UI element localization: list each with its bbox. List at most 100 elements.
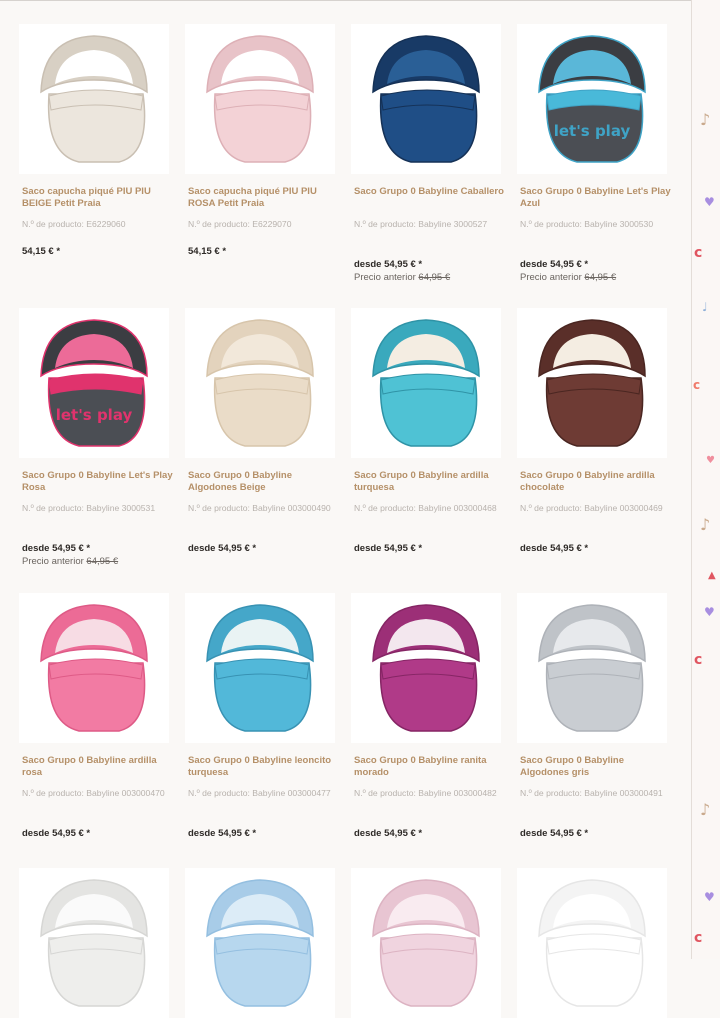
svg-text:let's play: let's play [56, 406, 133, 424]
product-card[interactable]: let's play Saco Grupo 0 Babyline Let's Pl… [14, 308, 174, 578]
product-image[interactable] [346, 593, 506, 743]
letter-c-icon: c [694, 245, 703, 261]
product-image[interactable] [346, 308, 506, 458]
product-number: N.º de producto: Babyline 003000469 [520, 503, 663, 513]
product-number: N.º de producto: Babyline 003000470 [22, 788, 165, 798]
product-illustration [351, 24, 501, 174]
product-illustration [185, 593, 335, 743]
product-image[interactable]: let's play [14, 308, 174, 458]
product-title-link[interactable]: Saco Grupo 0 Babyline ardilla turquesa [354, 470, 506, 494]
previous-price-label: Precio anterior [520, 272, 582, 283]
product-card[interactable] [346, 868, 506, 1018]
product-title-link[interactable]: Saco Grupo 0 Babyline ardilla rosa [22, 755, 174, 779]
product-card[interactable]: Saco Grupo 0 Babyline ardilla rosa N.º de… [14, 593, 174, 863]
product-price: 54,15 € * [22, 246, 61, 257]
product-illustration [517, 593, 667, 743]
previous-price-value: 64,95 € [584, 272, 617, 283]
heart-icon: ♥ [704, 890, 715, 904]
letter-c-icon: c [693, 378, 701, 392]
product-card[interactable]: Saco Grupo 0 Babyline Algodones gris N.º … [512, 593, 672, 863]
product-card[interactable]: Saco Grupo 0 Babyline leoncito turquesa N… [180, 593, 340, 863]
product-number: N.º de producto: Babyline 003000490 [188, 503, 331, 513]
previous-price: Precio anterior 64,95 € [22, 556, 174, 567]
previous-price-value: 64,95 € [86, 556, 119, 567]
product-price: desde 54,95 € * [520, 543, 589, 554]
top-divider [0, 0, 692, 1]
product-title-link[interactable]: Saco capucha piqué PIU PIU ROSA Petit Pr… [188, 186, 340, 210]
product-illustration [19, 593, 169, 743]
previous-price: Precio anterior 64,95 € [520, 272, 672, 283]
product-price: 54,15 € * [188, 246, 227, 257]
product-card[interactable]: Saco Grupo 0 Babyline Caballero N.º de pr… [346, 24, 506, 294]
product-price: desde 54,95 € * [188, 828, 257, 839]
product-illustration [351, 868, 501, 1018]
product-number: N.º de producto: Babyline 003000482 [354, 788, 497, 798]
product-card[interactable] [180, 868, 340, 1018]
heart-icon: ♥ [706, 455, 715, 466]
product-price: desde 54,95 € * [520, 828, 589, 839]
product-card[interactable]: let's play Saco Grupo 0 Babyline Let's Pl… [512, 24, 672, 294]
product-image[interactable] [512, 868, 672, 1018]
product-image[interactable]: let's play [512, 24, 672, 174]
product-image[interactable] [512, 593, 672, 743]
note-icon: ♪ [700, 110, 711, 129]
previous-price-label: Precio anterior [354, 272, 416, 283]
heart-icon: ♥ [704, 195, 715, 209]
note-icon: ♪ [700, 515, 711, 534]
product-image[interactable] [346, 24, 506, 174]
product-number: N.º de producto: Babyline 3000530 [520, 219, 654, 229]
product-number: N.º de producto: Babyline 003000468 [354, 503, 497, 513]
product-image[interactable] [512, 308, 672, 458]
product-image[interactable] [14, 24, 174, 174]
triangle-icon: ▲ [708, 570, 716, 581]
previous-price-value: 64,95 € [418, 272, 451, 283]
product-title-link[interactable]: Saco Grupo 0 Babyline Let's Play Azul [520, 186, 672, 210]
product-card[interactable]: Saco Grupo 0 Babyline ardilla turquesa N.… [346, 308, 506, 578]
product-illustration [19, 868, 169, 1018]
product-card[interactable]: Saco Grupo 0 Babyline ranita morado N.º d… [346, 593, 506, 863]
decorative-sidebar: ♪ ♥ c ♩ c ♥ ♪ ▲ ♥ c ♪ ♥ c [691, 0, 720, 959]
product-title-link[interactable]: Saco Grupo 0 Babyline leoncito turquesa [188, 755, 340, 779]
product-card[interactable]: Saco Grupo 0 Babyline Algodones Beige N.º… [180, 308, 340, 578]
product-price: desde 54,95 € * [354, 828, 423, 839]
product-card[interactable]: Saco capucha piqué PIU PIU BEIGE Petit P… [14, 24, 174, 294]
product-title-link[interactable]: Saco Grupo 0 Babyline ardilla chocolate [520, 470, 672, 494]
svg-text:let's play: let's play [554, 122, 631, 140]
product-illustration [351, 308, 501, 458]
product-title-link[interactable]: Saco Grupo 0 Babyline Algodones gris [520, 755, 672, 779]
product-card[interactable] [512, 868, 672, 1018]
product-image[interactable] [14, 868, 174, 1018]
product-card[interactable]: Saco capucha piqué PIU PIU ROSA Petit Pr… [180, 24, 340, 294]
product-number: N.º de producto: Babyline 003000491 [520, 788, 663, 798]
product-image[interactable] [346, 868, 506, 1018]
product-image[interactable] [180, 24, 340, 174]
product-illustration: let's play [517, 24, 667, 174]
product-image[interactable] [14, 593, 174, 743]
product-illustration [19, 24, 169, 174]
product-price: desde 54,95 € * [188, 543, 257, 554]
product-illustration [517, 868, 667, 1018]
product-title-link[interactable]: Saco Grupo 0 Babyline ranita morado [354, 755, 506, 779]
heart-icon: ♥ [704, 605, 715, 619]
letter-c-icon: c [694, 930, 703, 946]
letter-c-icon: c [694, 652, 703, 668]
product-number: N.º de producto: E6229070 [188, 219, 292, 229]
product-illustration [185, 308, 335, 458]
previous-price: Precio anterior 64,95 € [354, 272, 506, 283]
product-number: N.º de producto: Babyline 003000477 [188, 788, 331, 798]
product-title-link[interactable]: Saco Grupo 0 Babyline Let's Play Rosa [22, 470, 174, 494]
note-icon: ♪ [700, 800, 711, 819]
product-price: desde 54,95 € * [22, 543, 91, 554]
product-title-link[interactable]: Saco capucha piqué PIU PIU BEIGE Petit P… [22, 186, 174, 210]
product-image[interactable] [180, 593, 340, 743]
previous-price-label: Precio anterior [22, 556, 84, 567]
product-image[interactable] [180, 868, 340, 1018]
product-card[interactable] [14, 868, 174, 1018]
product-number: N.º de producto: E6229060 [22, 219, 126, 229]
note-icon: ♩ [702, 300, 708, 314]
product-image[interactable] [180, 308, 340, 458]
product-title-link[interactable]: Saco Grupo 0 Babyline Algodones Beige [188, 470, 340, 494]
product-card[interactable]: Saco Grupo 0 Babyline ardilla chocolate N… [512, 308, 672, 578]
product-title-link[interactable]: Saco Grupo 0 Babyline Caballero [354, 186, 506, 198]
product-illustration: let's play [19, 308, 169, 458]
